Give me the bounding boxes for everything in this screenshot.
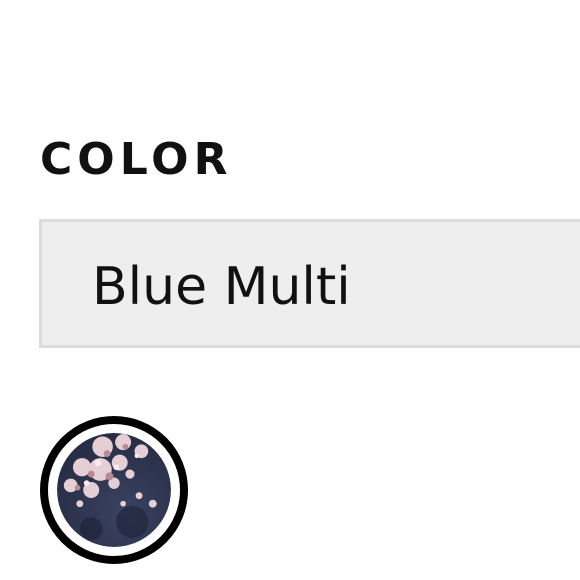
selected-color-value: Blue Multi bbox=[92, 257, 351, 317]
color-select[interactable]: Blue Multi bbox=[39, 219, 580, 348]
swatch-blue-multi[interactable] bbox=[40, 416, 188, 564]
color-label: COLOR bbox=[40, 134, 233, 185]
swatch-image bbox=[57, 433, 171, 547]
